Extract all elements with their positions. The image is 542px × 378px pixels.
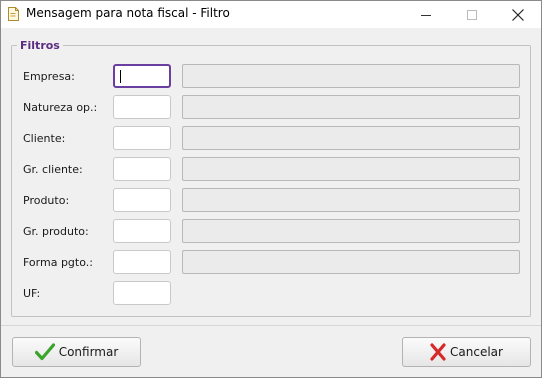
- cancel-button[interactable]: Cancelar: [402, 337, 531, 367]
- x-icon: [430, 343, 446, 361]
- confirm-button[interactable]: Confirmar: [12, 337, 141, 367]
- gr-cliente-code-input[interactable]: [113, 157, 171, 181]
- window-title: Mensagem para nota fiscal - Filtro: [26, 6, 230, 20]
- cliente-code-input[interactable]: [113, 126, 171, 150]
- produto-description-field: [182, 188, 520, 212]
- forma-pgto-description-field: [182, 250, 520, 274]
- cancel-button-label: Cancelar: [450, 345, 503, 359]
- filter-dialog-window: Mensagem para nota fiscal - Filtro Filtr…: [0, 0, 542, 378]
- label-produto: Produto:: [23, 194, 70, 207]
- forma-pgto-code-input[interactable]: [113, 250, 171, 274]
- footer-divider: [1, 325, 541, 326]
- label-empresa: Empresa:: [23, 70, 75, 83]
- gr-produto-description-field: [182, 219, 520, 243]
- empresa-code-input[interactable]: [113, 64, 171, 88]
- text-caret: [120, 70, 121, 83]
- title-bar[interactable]: Mensagem para nota fiscal - Filtro: [1, 1, 541, 28]
- minimize-button[interactable]: [403, 1, 449, 28]
- label-natureza-op: Natureza op.:: [23, 101, 98, 114]
- label-gr-cliente: Gr. cliente:: [23, 163, 83, 176]
- maximize-button[interactable]: [449, 1, 495, 28]
- confirm-button-label: Confirmar: [58, 345, 119, 359]
- close-button[interactable]: [495, 1, 541, 28]
- empresa-description-field: [182, 64, 520, 88]
- minimize-icon: [421, 14, 431, 16]
- produto-code-input[interactable]: [113, 188, 171, 212]
- uf-code-input[interactable]: [113, 281, 171, 305]
- label-forma-pgto: Forma pgto.:: [23, 256, 93, 269]
- checkmark-icon: [34, 343, 55, 361]
- filters-group-title: Filtros: [17, 39, 63, 52]
- label-gr-produto: Gr. produto:: [23, 225, 89, 238]
- maximize-icon: [467, 9, 477, 20]
- label-cliente: Cliente:: [23, 132, 66, 145]
- document-icon: [8, 7, 19, 21]
- label-uf: UF:: [23, 287, 41, 300]
- gr-cliente-description-field: [182, 157, 520, 181]
- natureza-op-code-input[interactable]: [113, 95, 171, 119]
- cliente-description-field: [182, 126, 520, 150]
- natureza-op-description-field: [182, 95, 520, 119]
- gr-produto-code-input[interactable]: [113, 219, 171, 243]
- close-icon: [512, 8, 524, 21]
